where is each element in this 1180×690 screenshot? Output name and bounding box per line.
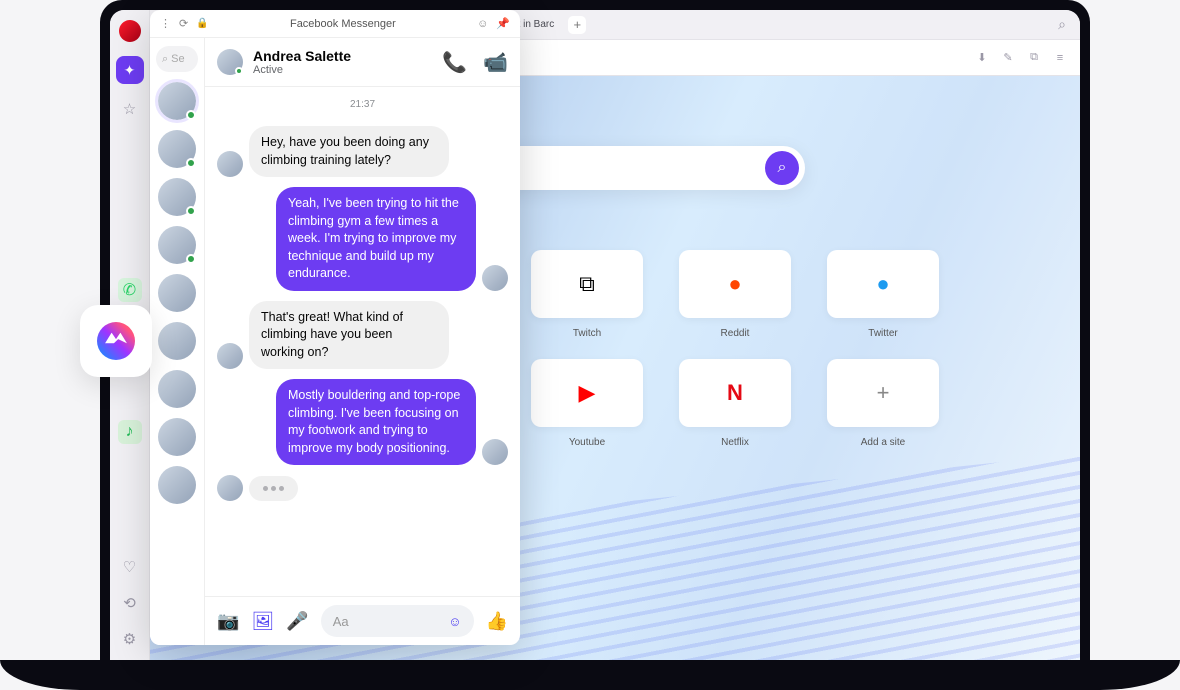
heart-icon[interactable]: ♡ <box>119 556 141 578</box>
spotify-icon[interactable]: ♪ <box>118 420 142 444</box>
message-avatar <box>482 265 508 291</box>
chat-input-bar: 📷 🖼 🎤 Aa ☺ 👍 <box>205 596 520 645</box>
messenger-panel: ⋮ ⟳ 🔒 Facebook Messenger ☺ 📌 ⌕Se Andrea … <box>150 10 520 645</box>
mic-icon[interactable]: 🎤 <box>286 611 308 632</box>
message-row: Mostly bouldering and top-rope climbing.… <box>217 379 508 465</box>
speeddial-tile[interactable]: ▶Youtube <box>523 359 651 448</box>
speeddial-tile[interactable]: NNetflix <box>671 359 799 448</box>
plus-icon: + <box>877 380 890 406</box>
reload-icon[interactable]: ⟳ <box>179 17 188 30</box>
message-bubble: Yeah, I've been trying to hit the climbi… <box>276 187 476 291</box>
search-icon: ⌕ <box>162 53 168 66</box>
message-thread: 21:37 Hey, have you been doing any climb… <box>205 87 520 596</box>
bookmark-icon[interactable]: ☆ <box>119 98 141 120</box>
messenger-titlebar: ⋮ ⟳ 🔒 Facebook Messenger ☺ 📌 <box>150 10 520 38</box>
message-row: That's great! What kind of climbing have… <box>217 301 508 370</box>
message-avatar <box>217 343 243 369</box>
search-tabs-icon[interactable]: ⌕ <box>1052 16 1072 33</box>
conversation-list: ⌕Se <box>150 38 205 645</box>
lock-icon: 🔒 <box>196 18 208 29</box>
message-bubble: That's great! What kind of climbing have… <box>249 301 449 370</box>
reddit-icon: ● <box>728 271 741 297</box>
emoji-picker-icon[interactable]: ☺ <box>448 614 461 629</box>
message-bubble: Mostly bouldering and top-rope climbing.… <box>276 379 476 465</box>
message-avatar <box>482 439 508 465</box>
image-icon[interactable]: 🖼 <box>251 611 274 632</box>
speeddial-tile[interactable]: ●Reddit <box>671 250 799 339</box>
edit-icon[interactable]: ✎ <box>1000 50 1016 66</box>
speeddial-tile[interactable]: ⧉Twitch <box>523 250 651 339</box>
chat-pane: Andrea Salette Active 📞 📹 21:37 Hey, hav… <box>205 38 520 645</box>
twitter-icon: ● <box>876 271 889 297</box>
camera-icon[interactable]: 📷 <box>217 611 239 632</box>
pin-icon[interactable]: 📌 <box>496 17 510 30</box>
new-tab-button[interactable]: + <box>568 16 586 34</box>
youtube-icon: ▶ <box>579 380 596 406</box>
snapshot-icon[interactable]: ⧉ <box>1026 50 1042 66</box>
history-icon[interactable]: ⟲ <box>119 592 141 614</box>
message-row: Yeah, I've been trying to hit the climbi… <box>217 187 508 291</box>
conversation-avatar[interactable] <box>158 274 196 312</box>
opera-logo-icon[interactable] <box>119 20 141 42</box>
contact-avatar[interactable] <box>217 49 243 75</box>
speeddial-tile[interactable]: ●Twitter <box>819 250 947 339</box>
message-bubble: Hey, have you been doing any climbing tr… <box>249 126 449 177</box>
settings-icon[interactable]: ⚙ <box>119 628 141 650</box>
download-icon[interactable]: ⬇ <box>974 50 990 66</box>
speeddial-grid: ⧉Twitch ●Reddit ●Twitter ▶Youtube NNetfl… <box>523 250 947 448</box>
like-icon[interactable]: 👍 <box>486 611 508 632</box>
video-call-icon[interactable]: 📹 <box>483 50 508 75</box>
messenger-icon <box>97 322 135 360</box>
conversation-avatar[interactable] <box>158 322 196 360</box>
more-icon[interactable]: ⋮ <box>160 17 171 30</box>
chat-header: Andrea Salette Active 📞 📹 <box>205 38 520 87</box>
conversation-avatar[interactable] <box>158 466 196 504</box>
input-placeholder: Aa <box>333 614 349 629</box>
conversation-avatar[interactable] <box>158 178 196 216</box>
conversation-avatar[interactable] <box>158 82 196 120</box>
contact-name: Andrea Salette <box>253 48 351 64</box>
netflix-icon: N <box>727 380 743 406</box>
emoji-icon[interactable]: ☺ <box>477 18 488 30</box>
workspace-icon[interactable]: ✦ <box>116 56 144 84</box>
search-button[interactable]: ⌕ <box>765 151 799 185</box>
speeddial-add[interactable]: +Add a site <box>819 359 947 448</box>
twitch-icon: ⧉ <box>579 271 595 297</box>
message-row: Hey, have you been doing any climbing tr… <box>217 126 508 177</box>
message-input[interactable]: Aa ☺ <box>321 605 474 637</box>
message-avatar <box>217 151 243 177</box>
voice-call-icon[interactable]: 📞 <box>442 50 467 75</box>
messenger-badge[interactable] <box>80 305 152 377</box>
conversation-avatar[interactable] <box>158 418 196 456</box>
messenger-window-title: Facebook Messenger <box>217 18 469 30</box>
conversation-avatar[interactable] <box>158 130 196 168</box>
typing-indicator <box>217 475 508 501</box>
message-avatar <box>217 475 243 501</box>
laptop-base <box>0 660 1180 690</box>
contact-status: Active <box>253 64 351 76</box>
conversation-avatar[interactable] <box>158 226 196 264</box>
whatsapp-icon[interactable]: ✆ <box>118 278 142 302</box>
menu-icon[interactable]: ≡ <box>1052 50 1068 66</box>
timestamp: 21:37 <box>217 99 508 110</box>
search-input[interactable]: ⌕Se <box>156 46 198 72</box>
conversation-avatar[interactable] <box>158 370 196 408</box>
